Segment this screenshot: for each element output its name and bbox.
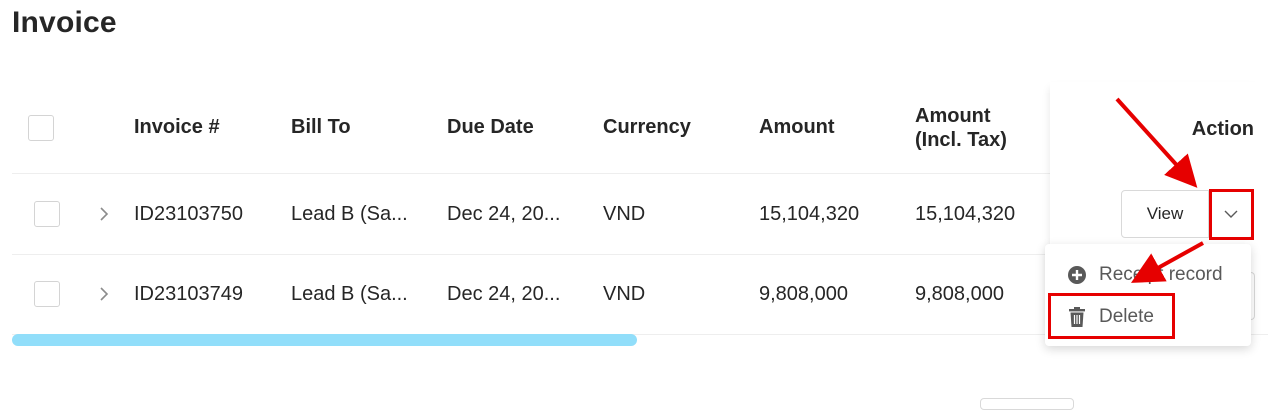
column-header-amount-incl-tax[interactable]: Amount (Incl. Tax) [915,82,1007,173]
currency: VND [603,202,646,225]
highlight-dropdown-button [1209,189,1254,240]
row-checkbox[interactable] [34,201,60,227]
menu-item-receipt-record[interactable]: Receipt record [1045,255,1251,295]
page-title: Invoice [12,6,117,39]
column-header-amount[interactable]: Amount [759,82,835,173]
bill-to: Lead B (Sa... [291,202,408,225]
invoice-number: ID23103749 [134,282,243,305]
row-checkbox[interactable] [34,281,60,307]
pagination-control[interactable] [980,398,1074,410]
column-header-bill-to[interactable]: Bill To [291,82,351,173]
amount: 15,104,320 [759,202,860,225]
column-header-invoice-no[interactable]: Invoice # [134,82,220,173]
plus-circle-icon [1067,265,1087,285]
expand-row-chevron-icon[interactable] [94,174,114,254]
bill-to: Lead B (Sa... [291,282,408,305]
column-header-currency[interactable]: Currency [603,82,691,173]
highlight-delete-item [1048,293,1175,339]
due-date: Dec 24, 20... [447,282,561,305]
column-header-due-date[interactable]: Due Date [447,82,534,173]
due-date: Dec 24, 20... [447,202,561,225]
select-all-checkbox[interactable] [28,115,54,141]
view-button[interactable]: View [1121,190,1209,238]
expand-row-chevron-icon[interactable] [94,254,114,334]
amount: 9,808,000 [759,282,848,305]
menu-item-label: Receipt record [1099,264,1223,285]
amount-incl-tax: 9,808,000 [915,282,1004,305]
column-header-amount-incl-tax-line2: (Incl. Tax) [915,128,1007,151]
currency: VND [603,282,646,305]
invoice-number: ID23103750 [134,202,243,225]
column-header-action: Action [1191,118,1254,140]
column-header-amount-incl-tax-line1: Amount [915,104,991,127]
amount-incl-tax: 15,104,320 [915,202,1016,225]
horizontal-scrollbar[interactable] [12,334,637,346]
